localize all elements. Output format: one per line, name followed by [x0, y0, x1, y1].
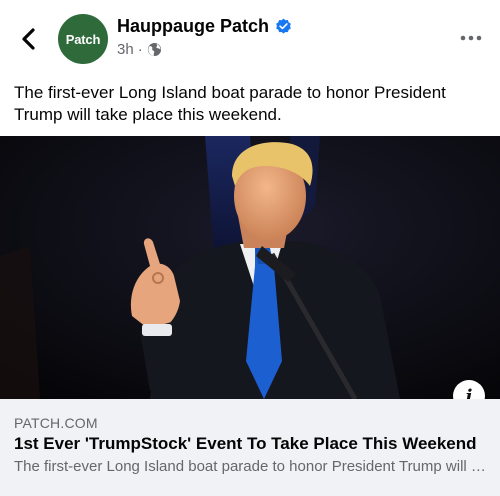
- page-avatar[interactable]: Patch: [58, 14, 108, 64]
- link-domain: PATCH.COM: [14, 415, 98, 431]
- link-preview-image[interactable]: [0, 136, 500, 399]
- more-options-icon: [460, 35, 482, 41]
- link-description: The first-ever Long Island boat parade t…: [14, 458, 490, 475]
- page-name[interactable]: Hauppauge Patch: [117, 16, 269, 37]
- avatar-label: Patch: [65, 31, 101, 47]
- link-card[interactable]: PATCH.COM 1st Ever 'TrumpStock' Event To…: [0, 399, 500, 496]
- chevron-left-icon: [22, 28, 35, 50]
- post-text: The first-ever Long Island boat parade t…: [14, 83, 446, 124]
- speaker-photo: [0, 136, 500, 399]
- link-title: 1st Ever 'TrumpStock' Event To Take Plac…: [14, 434, 477, 453]
- post-meta: 3h ·: [117, 41, 162, 58]
- back-button[interactable]: [14, 24, 44, 54]
- meta-separator: ·: [137, 41, 143, 58]
- page-name-row: Hauppauge Patch: [117, 16, 292, 37]
- globe-icon: [147, 42, 161, 57]
- post-timestamp[interactable]: 3h: [117, 41, 134, 58]
- verified-badge-icon: [276, 18, 291, 34]
- post-header: Patch Hauppauge Patch 3h ·: [0, 0, 500, 74]
- more-options-button[interactable]: [458, 28, 484, 48]
